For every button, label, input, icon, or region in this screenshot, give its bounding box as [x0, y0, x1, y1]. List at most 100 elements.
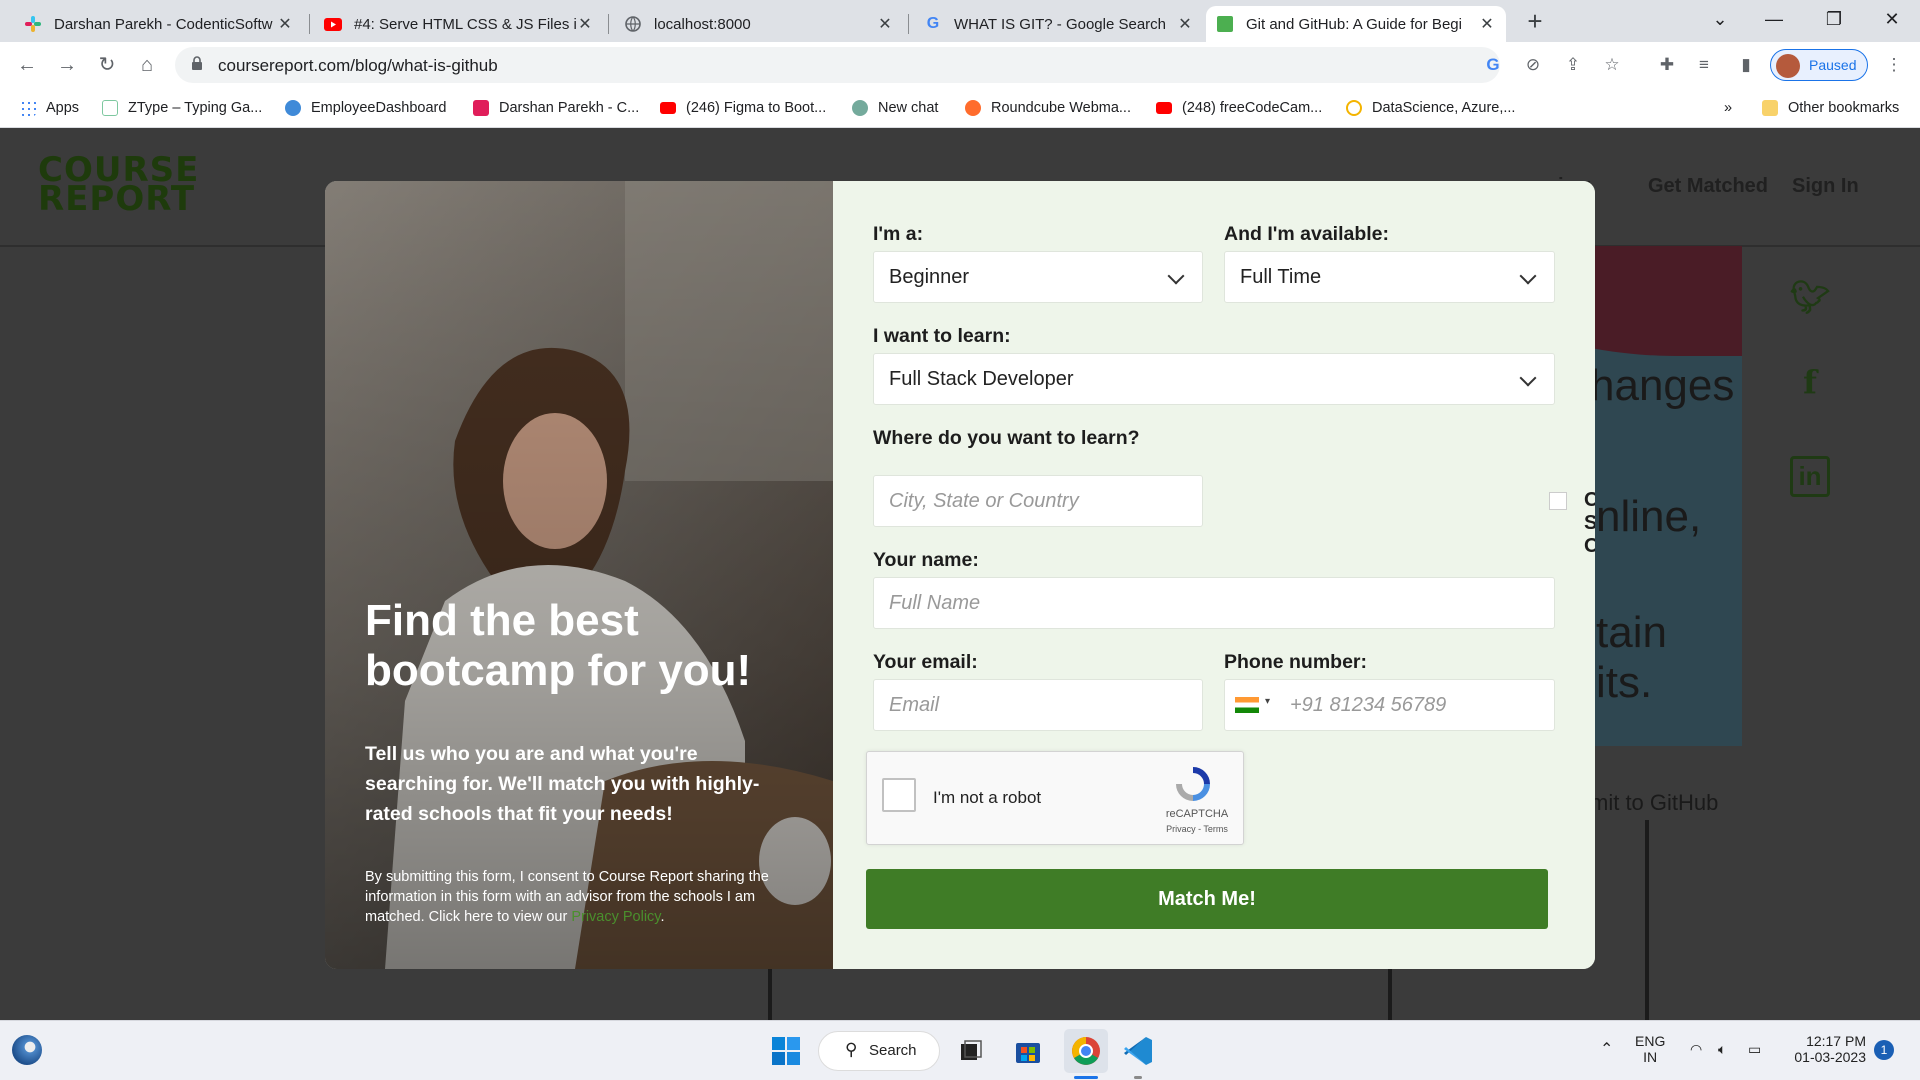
microsoft-store-icon[interactable]	[1010, 1033, 1046, 1069]
online-only-label[interactable]: Online Schools Only	[1584, 489, 1595, 558]
lock-icon	[192, 56, 202, 70]
close-icon[interactable]: ✕	[276, 14, 294, 34]
forward-button[interactable]: →	[52, 50, 82, 80]
vscode-icon[interactable]	[1120, 1033, 1156, 1069]
tab-course-report[interactable]: Git and GitHub: A Guide for Begi ✕	[1206, 6, 1506, 42]
sync-icon	[1346, 100, 1362, 116]
bookmarks-bar: Apps ZType – Typing Ga... EmployeeDashbo…	[0, 88, 1920, 128]
close-icon[interactable]: ✕	[1478, 14, 1496, 34]
restore-button[interactable]: ❐	[1806, 0, 1862, 38]
availability-label: And I'm available:	[1224, 223, 1390, 245]
bookmark-figma-youtube[interactable]: (246) Figma to Boot...	[660, 96, 826, 120]
bookmark-roundcube[interactable]: Roundcube Webma...	[965, 96, 1131, 120]
course-report-icon	[1216, 15, 1234, 33]
recaptcha-links[interactable]: Privacy - Terms	[1157, 824, 1237, 834]
dashboard-icon	[285, 100, 301, 116]
close-icon[interactable]: ✕	[576, 14, 594, 34]
close-icon[interactable]: ✕	[1176, 14, 1194, 34]
location-input[interactable]: City, State or Country	[873, 475, 1203, 527]
clock[interactable]: 12:17 PM 01-03-2023	[1786, 1033, 1866, 1065]
nav-get-matched[interactable]: Get Matched	[1648, 175, 1768, 198]
back-button[interactable]: ←	[12, 50, 42, 80]
apps-grid-icon	[20, 100, 36, 116]
name-input[interactable]: Full Name	[873, 577, 1555, 629]
role-select[interactable]: Beginner	[873, 251, 1203, 303]
twitter-icon[interactable]: 🐦︎	[1775, 278, 1845, 348]
other-bookmarks[interactable]: Other bookmarks	[1762, 96, 1899, 120]
consent-text: By submitting this form, I consent to Co…	[365, 869, 769, 925]
caret-down-icon[interactable]: ▾	[1265, 696, 1270, 707]
address-bar[interactable]: coursereport.com/blog/what-is-github G ⊘…	[175, 47, 1620, 83]
youtube-icon	[660, 102, 676, 114]
tab-google[interactable]: G WHAT IS GIT? - Google Search ✕	[914, 6, 1204, 42]
share-icon[interactable]: ⇪	[1561, 53, 1585, 77]
language-indicator[interactable]: ENG IN	[1635, 1033, 1665, 1065]
wifi-icon[interactable]: ◠	[1690, 1041, 1702, 1058]
recaptcha-icon	[1176, 767, 1210, 801]
bookmark-star-icon[interactable]: ☆	[1600, 53, 1624, 77]
minimize-button[interactable]: —	[1746, 0, 1802, 38]
tab-slack[interactable]: Darshan Parekh - CodenticSoftw ✕	[14, 6, 304, 42]
windows-start-icon[interactable]	[768, 1033, 804, 1069]
facebook-icon[interactable]: f	[1775, 363, 1845, 433]
task-view-icon[interactable]	[952, 1033, 988, 1069]
location-label: Where do you want to learn?	[873, 427, 1140, 449]
recaptcha-widget: I'm not a robot reCAPTCHA Privacy - Term…	[866, 751, 1244, 845]
home-button[interactable]: ⌂	[132, 50, 162, 80]
bookmark-apps[interactable]: Apps	[20, 96, 79, 120]
chrome-icon[interactable]	[1064, 1029, 1108, 1073]
globe-icon	[624, 15, 642, 33]
tab-title: #4: Serve HTML CSS & JS Files in	[354, 15, 576, 33]
hero-text: tain	[1596, 608, 1667, 657]
linkedin-icon[interactable]: in	[1775, 446, 1845, 516]
media-control-icon[interactable]: ≡	[1692, 53, 1716, 77]
youtube-icon	[324, 15, 342, 33]
nav-sign-in[interactable]: Sign In	[1792, 175, 1859, 198]
side-panel-icon[interactable]: ▮	[1734, 53, 1758, 77]
browser-toolbar: ← → ↻ ⌂ coursereport.com/blog/what-is-gi…	[0, 42, 1920, 88]
availability-select[interactable]: Full Time	[1224, 251, 1555, 303]
close-icon[interactable]: ✕	[876, 14, 894, 34]
bookmark-employee-dashboard[interactable]: EmployeeDashboard	[285, 96, 446, 120]
bookmark-ztype[interactable]: ZType – Typing Ga...	[102, 96, 262, 120]
online-only-checkbox[interactable]	[1549, 492, 1567, 510]
course-report-logo[interactable]: COURSE REPORT	[38, 153, 199, 216]
taskbar-search[interactable]: ⚲ Search	[818, 1031, 940, 1071]
menu-kebab-icon[interactable]: ⋮	[1882, 53, 1906, 77]
extensions-icon[interactable]: ✚	[1655, 53, 1679, 77]
battery-icon[interactable]: ▭	[1748, 1041, 1761, 1058]
chevron-down-icon	[1519, 369, 1537, 387]
profile-button[interactable]: Paused	[1770, 49, 1868, 81]
tracking-icon[interactable]: ⊘	[1521, 53, 1545, 77]
recaptcha-checkbox[interactable]	[882, 778, 916, 812]
weather-icon[interactable]	[12, 1035, 42, 1065]
avatar	[1776, 54, 1800, 78]
india-flag-icon[interactable]	[1235, 697, 1259, 713]
bookmark-freecodecamp[interactable]: (248) freeCodeCam...	[1156, 96, 1322, 120]
chevron-up-icon[interactable]: ⌃	[1600, 1039, 1613, 1059]
window-close-button[interactable]: ✕	[1864, 0, 1920, 38]
windows-taskbar: ⚲ Search ⌃ ENG IN ◠ 🔈︎ ▭ 12:17 PM 01-03-20…	[0, 1020, 1920, 1080]
tab-title: localhost:8000	[654, 15, 751, 33]
privacy-policy-link[interactable]: Privacy Policy	[571, 909, 660, 925]
modal-headline: Find the best bootcamp for you!	[365, 596, 752, 695]
match-modal: Find the best bootcamp for you! Tell us …	[325, 181, 1595, 969]
google-lens-icon[interactable]: G	[1481, 53, 1505, 77]
learn-select[interactable]: Full Stack Developer	[873, 353, 1555, 405]
email-input[interactable]: Email	[873, 679, 1203, 731]
reload-button[interactable]: ↻	[92, 50, 122, 80]
learn-label: I want to learn:	[873, 325, 1011, 347]
tab-localhost[interactable]: localhost:8000 ✕	[614, 6, 904, 42]
volume-icon[interactable]: 🔈︎	[1718, 1041, 1726, 1058]
new-tab-button[interactable]: +	[1520, 6, 1550, 36]
bookmark-datascience[interactable]: DataScience, Azure,...	[1346, 96, 1515, 120]
tab-search-chevron-icon[interactable]: ⌄	[1692, 0, 1748, 38]
bookmark-slack[interactable]: Darshan Parekh - C...	[473, 96, 639, 120]
notification-badge[interactable]: 1	[1874, 1040, 1894, 1060]
modal-promo-panel: Find the best bootcamp for you! Tell us …	[325, 181, 833, 969]
tab-youtube[interactable]: #4: Serve HTML CSS & JS Files in ✕	[314, 6, 604, 42]
bookmarks-overflow-button[interactable]: »	[1724, 96, 1732, 120]
phone-input[interactable]: ▾ +91 81234 56789	[1224, 679, 1555, 731]
match-me-button[interactable]: Match Me!	[866, 869, 1548, 929]
bookmark-new-chat[interactable]: New chat	[852, 96, 938, 120]
